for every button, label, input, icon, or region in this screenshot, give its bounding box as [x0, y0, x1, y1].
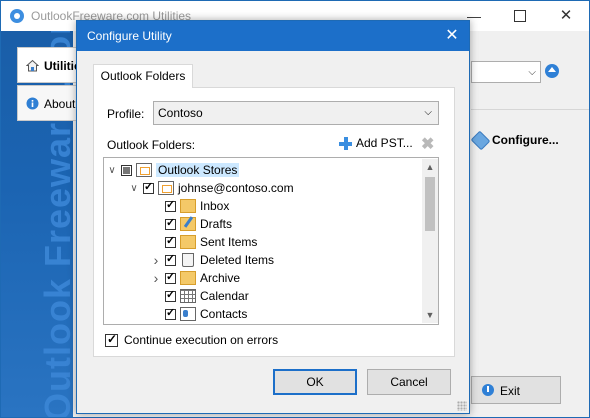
chevron-down-icon: ⌵ [528, 67, 536, 78]
archive-folder-icon [180, 271, 196, 285]
tree-item-checkbox[interactable] [165, 253, 176, 266]
expand-open-icon[interactable]: ∨ [106, 165, 118, 176]
checkbox[interactable] [105, 333, 118, 347]
tree-item[interactable]: ∨ Outlook Stores [106, 161, 240, 179]
tree-item[interactable]: › Archive [150, 269, 240, 287]
profile-select[interactable]: Contoso ⌵ [153, 101, 439, 125]
tree-item-label: Sent Items [200, 235, 258, 249]
tree-item-checkbox[interactable] [165, 235, 176, 248]
sent-folder-icon [180, 235, 196, 249]
tree-item-checkbox[interactable] [165, 199, 176, 212]
close-window-button[interactable]: ✕ [543, 1, 589, 31]
tree-item-checkbox[interactable] [165, 271, 176, 284]
calendar-icon [180, 289, 196, 303]
expand-open-icon[interactable]: ∨ [128, 183, 140, 194]
tree-item[interactable]: Contacts [150, 305, 247, 323]
add-pst-label: Add PST... [356, 136, 413, 150]
maximize-icon [514, 9, 526, 22]
cancel-button[interactable]: Cancel [367, 369, 451, 395]
tree-item[interactable]: Inbox [150, 197, 229, 215]
expand-closed-icon[interactable]: › [150, 270, 162, 286]
dialog-titlebar: Configure Utility ✕ [77, 21, 469, 51]
info-icon [26, 97, 39, 110]
profile-value: Contoso [158, 106, 203, 120]
maximize-button[interactable] [497, 1, 543, 31]
profile-label: Profile: [107, 107, 145, 121]
inbox-folder-icon [180, 199, 196, 213]
tab-utilities[interactable]: Utilities [17, 47, 87, 83]
folder-tree[interactable]: ▲ ▼ ∨ Outlook Stores ∨ johnse@contoso.com In… [103, 157, 439, 325]
configure-button[interactable]: Configure... [470, 130, 559, 150]
drafts-folder-icon [180, 217, 196, 231]
tab-about-label: About [44, 97, 76, 111]
tree-item-label: Drafts [200, 217, 233, 231]
contacts-icon [180, 307, 196, 321]
utility-panel [471, 43, 589, 417]
outlook-folders-label: Outlook Folders: [107, 138, 196, 152]
utility-select[interactable]: ⌵ [471, 61, 541, 83]
tree-item-label: Inbox [200, 199, 230, 213]
divider [471, 109, 589, 110]
ok-button[interactable]: OK [273, 369, 357, 395]
store-icon [158, 181, 174, 195]
chevron-down-icon: ⌵ [424, 107, 432, 118]
scroll-thumb[interactable] [425, 177, 435, 231]
tree-item-checkbox[interactable] [165, 289, 176, 302]
scroll-down-icon[interactable]: ▼ [422, 307, 438, 323]
tree-scrollbar[interactable]: ▲ ▼ [422, 159, 438, 323]
configure-dialog: Configure Utility ✕ Outlook Folders Prof… [76, 20, 470, 414]
tag-icon [470, 130, 491, 150]
add-pst-button[interactable]: Add PST... [339, 136, 413, 150]
tree-item-checkbox[interactable] [143, 181, 154, 194]
tree-item-label: Deleted Items [200, 253, 275, 267]
home-icon [26, 59, 39, 72]
continue-label: Continue execution on errors [124, 333, 279, 347]
tree-item-checkbox[interactable] [165, 307, 176, 320]
store-icon [136, 163, 152, 177]
tree-item[interactable]: Drafts [150, 215, 232, 233]
tree-item-label: johnse@contoso.com [178, 181, 294, 195]
exit-button[interactable]: Exit [471, 376, 561, 404]
tree-item[interactable]: ∨ johnse@contoso.com [128, 179, 294, 197]
continue-on-errors-checkbox[interactable]: Continue execution on errors [105, 333, 278, 347]
app-icon [10, 9, 24, 23]
deleted-folder-icon [182, 253, 194, 267]
tree-item[interactable]: › Deleted Items [150, 251, 274, 269]
tab-about[interactable]: About [17, 85, 77, 121]
eject-icon[interactable] [545, 64, 559, 78]
dialog-title: Configure Utility [87, 29, 172, 43]
configure-label: Configure... [492, 133, 559, 147]
resize-grip[interactable] [457, 401, 467, 411]
plus-icon [339, 136, 352, 150]
tree-item-checkbox[interactable] [165, 217, 176, 230]
tree-item-label: Outlook Stores [156, 163, 240, 177]
tree-item-label: Contacts [200, 307, 248, 321]
tab-outlook-folders[interactable]: Outlook Folders [93, 64, 193, 88]
exit-label: Exit [500, 384, 521, 398]
tree-item-label: Calendar [200, 289, 249, 303]
expand-closed-icon[interactable]: › [150, 252, 162, 268]
tree-item-checkbox[interactable] [121, 164, 132, 176]
remove-icon[interactable]: ✖ [421, 134, 434, 154]
tree-item-label: Archive [200, 271, 241, 285]
tree-item[interactable]: Sent Items [150, 233, 257, 251]
scroll-up-icon[interactable]: ▲ [422, 159, 438, 175]
power-icon [482, 384, 494, 396]
tree-item[interactable]: Calendar [150, 287, 249, 305]
dialog-close-button[interactable]: ✕ [435, 21, 469, 51]
